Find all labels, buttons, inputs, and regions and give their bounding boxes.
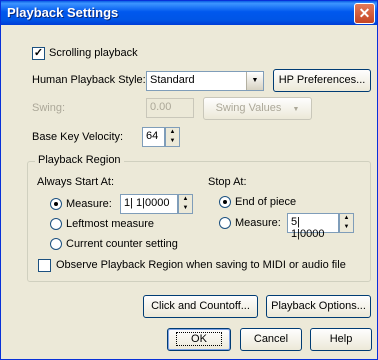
leftmost-measure-label: Leftmost measure [66, 218, 155, 230]
stop-measure-spinner[interactable]: ▲ ▼ [339, 213, 354, 233]
click-countoff-button[interactable]: Click and Countoff... [143, 295, 258, 318]
start-measure-spinner[interactable]: ▲ ▼ [178, 194, 193, 214]
base-key-velocity-value: 64 [146, 130, 159, 142]
title-bar[interactable]: Playback Settings ✕ [1, 1, 377, 25]
base-key-velocity-label: Base Key Velocity: [32, 131, 124, 143]
human-playback-style-select[interactable]: Standard ▼ [146, 71, 264, 91]
observe-region-checkbox[interactable] [38, 259, 51, 272]
end-of-piece-radio[interactable] [219, 196, 231, 208]
base-key-velocity-input[interactable]: 64 [142, 127, 165, 147]
current-counter-label: Current counter setting [66, 238, 178, 250]
swing-input[interactable]: 0.00 [146, 98, 194, 118]
stop-measure-label: Measure: [235, 217, 281, 229]
start-measure-label: Measure: [66, 198, 112, 210]
start-measure-input[interactable]: 1| 1|0000 [120, 194, 178, 214]
playback-options-button[interactable]: Playback Options... [266, 295, 371, 318]
playback-settings-dialog: Playback Settings ✕ ✓ Scrolling playback… [0, 0, 378, 360]
leftmost-measure-radio[interactable] [50, 218, 62, 230]
chevron-down-icon[interactable]: ▼ [246, 72, 263, 90]
hp-preferences-label: HP Preferences... [278, 74, 366, 86]
cancel-button[interactable]: Cancel [240, 328, 302, 351]
hp-preferences-button[interactable]: HP Preferences... [273, 69, 371, 92]
close-button[interactable]: ✕ [354, 3, 375, 24]
current-counter-radio[interactable] [50, 238, 62, 250]
end-of-piece-label: End of piece [235, 196, 297, 208]
stop-measure-input[interactable]: 5| 1|0000 [287, 213, 339, 240]
stop-measure-value: 5| 1|0000 [291, 216, 325, 240]
scrolling-playback-checkbox[interactable]: ✓ [32, 47, 45, 60]
cancel-label: Cancel [253, 333, 289, 345]
scrolling-playback-label: Scrolling playback [49, 47, 138, 59]
stop-measure-radio[interactable] [219, 217, 231, 229]
base-key-velocity-spinner[interactable]: ▲ ▼ [165, 127, 180, 147]
stop-at-label: Stop At: [208, 176, 247, 188]
close-icon: ✕ [358, 5, 371, 21]
human-playback-style-value: Standard [150, 74, 195, 86]
observe-region-label: Observe Playback Region when saving to M… [56, 259, 346, 271]
ok-button[interactable]: OK [167, 328, 231, 351]
human-playback-style-label: Human Playback Style: [32, 74, 146, 86]
swing-value: 0.00 [150, 101, 172, 113]
chevron-down-icon: ▼ [292, 106, 300, 113]
help-button[interactable]: Help [310, 328, 372, 351]
playback-options-label: Playback Options... [271, 300, 366, 312]
ok-label: OK [176, 332, 222, 346]
start-measure-value: 1| 1|0000 [124, 197, 170, 209]
click-countoff-label: Click and Countoff... [151, 300, 250, 312]
dialog-title: Playback Settings [7, 5, 119, 20]
start-measure-radio[interactable] [50, 198, 62, 210]
checkmark-icon: ✓ [33, 47, 44, 59]
swing-values-button[interactable]: Swing Values ▼ [203, 97, 312, 120]
playback-region-legend: Playback Region [35, 154, 124, 166]
help-label: Help [329, 333, 353, 345]
swing-label: Swing: [32, 102, 66, 114]
swing-values-label: Swing Values [215, 102, 282, 114]
always-start-at-label: Always Start At: [37, 176, 115, 188]
